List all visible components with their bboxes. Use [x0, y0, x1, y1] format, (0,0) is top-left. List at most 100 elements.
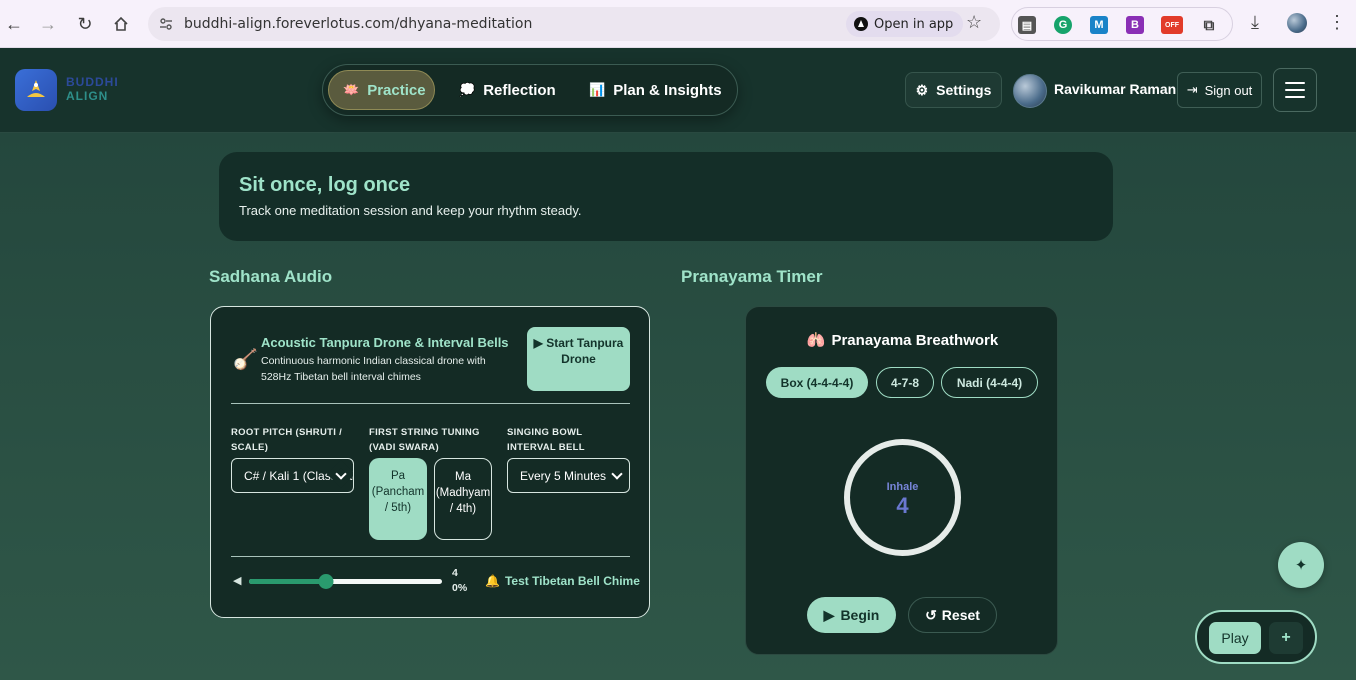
sparkle-fab-button[interactable]: ✦	[1278, 542, 1324, 588]
drone-title: Acoustic Tanpura Drone & Interval Bells	[261, 335, 509, 350]
test-bell-button[interactable]: 🔔 Test Tibetan Bell Chime	[485, 574, 640, 588]
begin-label: Begin	[840, 607, 880, 623]
bell-interval-label: SINGING BOWL INTERVAL BELL	[507, 427, 585, 453]
download-icon[interactable]: ⤓	[1251, 12, 1259, 33]
browser-chrome: ← → ↻ buddhi-align.foreverlotus.com/dhya…	[0, 0, 1356, 48]
extension-b-icon[interactable]: B	[1126, 16, 1144, 34]
back-icon[interactable]: ←	[0, 10, 28, 38]
bookmark-star-icon[interactable]: ☆	[966, 12, 982, 33]
sign-out-label: Sign out	[1204, 82, 1253, 98]
test-bell-label: Test Tibetan Bell Chime	[504, 574, 640, 588]
home-icon[interactable]	[107, 10, 135, 38]
tab-reflection-label: Reflection	[483, 81, 556, 99]
breath-count: 4	[896, 493, 909, 518]
play-icon: ▶	[823, 606, 835, 623]
avatar[interactable]	[1013, 74, 1047, 108]
open-in-app-label: Open in app	[874, 16, 954, 32]
main-nav: 🪷 Practice 💭 Reflection 📊 Plan & Insight…	[322, 64, 738, 116]
hero-banner: Sit once, log once Track one meditation …	[219, 152, 1113, 241]
logo-line1: BUDDHI	[66, 75, 119, 89]
bell-interval-select[interactable]: Every 5 Minutes	[507, 458, 630, 493]
divider	[231, 403, 630, 404]
sadhana-audio-card: 🪕 Acoustic Tanpura Drone & Interval Bell…	[210, 306, 650, 618]
volume-icon: ◀	[233, 575, 242, 587]
breath-phase: Inhale	[886, 481, 919, 493]
reload-icon[interactable]: ↻	[71, 10, 99, 38]
extension-m-icon[interactable]: M	[1090, 16, 1108, 34]
lotus-icon: 🪷	[343, 82, 360, 97]
browser-menu-icon[interactable]: ⋮	[1328, 12, 1346, 33]
extensions-group: ▤ G M B OFF ⧉	[1011, 7, 1233, 41]
tab-practice[interactable]: 🪷 Practice	[328, 70, 435, 110]
pranayama-card-title-text: Pranayama Breathwork	[831, 331, 999, 349]
forward-icon[interactable]: →	[34, 10, 62, 38]
pranayama-card-title: 🫁 Pranayama Breathwork	[746, 331, 1059, 350]
play-button[interactable]: Play	[1209, 622, 1261, 654]
app-header: BUDDHI ALIGN 🪷 Practice 💭 Reflection 📊 P…	[0, 48, 1356, 133]
user-name: Ravikumar Raman	[1054, 81, 1177, 97]
sign-out-button[interactable]: ⇥ Sign out	[1177, 72, 1262, 108]
breath-icon: 🫁	[806, 332, 826, 349]
root-pitch-label: ROOT PITCH (SHRUTI / SCALE)	[231, 427, 343, 453]
pranayama-timer-title: Pranayama Timer	[681, 267, 823, 286]
reset-icon: ↺	[925, 606, 937, 623]
volume-slider-fill	[249, 579, 327, 584]
begin-button[interactable]: ▶ Begin	[807, 597, 896, 633]
chevron-down-icon	[611, 468, 623, 480]
mini-player: Play +	[1195, 610, 1317, 664]
gear-icon: ⚙	[915, 81, 929, 98]
hamburger-menu-button[interactable]	[1273, 68, 1317, 112]
divider	[231, 556, 630, 557]
reset-label: Reset	[941, 607, 980, 623]
start-tanpura-button[interactable]: ▶ Start Tanpura Drone	[527, 327, 630, 391]
settings-button[interactable]: ⚙ Settings	[905, 72, 1002, 108]
tab-plan-insights[interactable]: 📊 Plan & Insights	[575, 70, 736, 110]
tab-reflection[interactable]: 💭 Reflection	[445, 70, 570, 110]
tanpura-icon: 🪕	[233, 349, 258, 371]
add-button[interactable]: +	[1269, 622, 1303, 654]
menu-line	[1285, 82, 1305, 84]
bar-chart-icon: 📊	[589, 82, 606, 97]
lotus-logo-icon	[27, 80, 45, 97]
site-settings-icon[interactable]	[158, 16, 174, 32]
sparkle-icon: ✦	[1294, 557, 1308, 574]
sign-out-icon: ⇥	[1186, 82, 1198, 97]
reset-button[interactable]: ↺ Reset	[908, 597, 997, 633]
volume-slider-thumb[interactable]	[318, 574, 334, 589]
sadhana-audio-title: Sadhana Audio	[209, 267, 333, 286]
extension-reader-icon[interactable]: ▤	[1018, 16, 1036, 34]
pattern-nadi-button[interactable]: Nadi (4-4-4)	[941, 367, 1038, 398]
bell-interval-value: Every 5 Minutes	[520, 468, 607, 483]
hero-subtitle: Track one meditation session and keep yo…	[239, 203, 582, 218]
profile-avatar-icon[interactable]	[1287, 13, 1307, 33]
tab-practice-label: Practice	[367, 81, 426, 99]
open-in-app-button[interactable]: Open in app	[846, 11, 964, 37]
logo-line2: ALIGN	[66, 89, 109, 103]
swara-ma-button[interactable]: Ma (Madhyam / 4th)	[434, 458, 492, 540]
pattern-478-button[interactable]: 4-7-8	[876, 367, 934, 398]
app-icon	[854, 17, 868, 31]
settings-label: Settings	[936, 82, 992, 98]
logo[interactable]	[15, 69, 57, 111]
main-content: Sit once, log once Track one meditation …	[0, 133, 1356, 680]
logo-text: BUDDHI ALIGN	[66, 75, 119, 103]
pranayama-card: 🫁 Pranayama Breathwork Box (4-4-4-4) 4-7…	[745, 306, 1058, 655]
extension-off-icon[interactable]: OFF	[1161, 16, 1183, 34]
string-tuning-label: FIRST STRING TUNING (VADI SWARA)	[369, 427, 480, 453]
volume-value: 40%	[452, 567, 468, 594]
swara-pa-button[interactable]: Pa (Pancham / 5th)	[369, 458, 427, 540]
bell-icon: 🔔	[485, 574, 500, 588]
volume-slider[interactable]	[249, 574, 442, 589]
speech-bubble-icon: 💭	[459, 82, 476, 97]
address-bar[interactable]: buddhi-align.foreverlotus.com/dhyana-med…	[148, 7, 1000, 41]
tab-plan-insights-label: Plan & Insights	[613, 81, 722, 99]
extension-grammarly-icon[interactable]: G	[1054, 16, 1072, 34]
url-text[interactable]: buddhi-align.foreverlotus.com/dhyana-med…	[184, 16, 532, 32]
drone-description: Continuous harmonic Indian classical dro…	[261, 355, 486, 383]
pattern-box-button[interactable]: Box (4-4-4-4)	[766, 367, 868, 398]
root-pitch-select[interactable]: C# / Kali 1 (Classical)	[231, 458, 354, 493]
breath-circle: Inhale 4	[844, 439, 961, 556]
extensions-puzzle-icon[interactable]: ⧉	[1200, 16, 1218, 34]
hero-title: Sit once, log once	[239, 174, 411, 196]
menu-line	[1285, 89, 1305, 91]
